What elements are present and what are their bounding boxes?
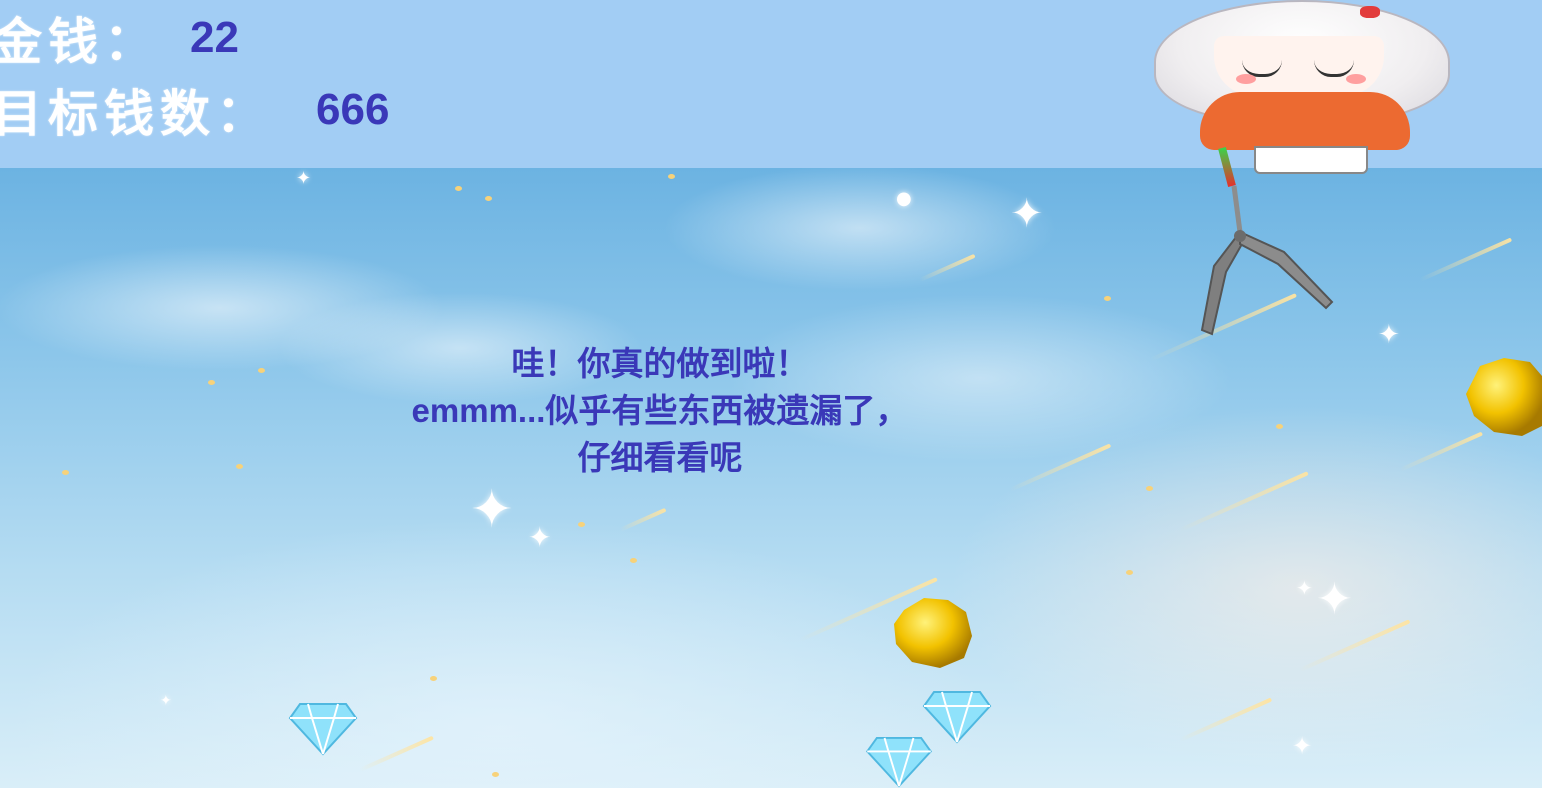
star-dot — [1104, 296, 1111, 301]
light-streak — [1179, 697, 1273, 742]
sparkle-icon: ✦ — [1010, 191, 1044, 237]
gold-nugget-icon[interactable] — [1464, 356, 1542, 438]
character-blush — [1346, 74, 1366, 84]
sparkle-icon: ✦ — [1378, 320, 1400, 350]
light-streak — [1009, 443, 1112, 492]
target-value: 666 — [316, 85, 390, 134]
star-dot — [1126, 570, 1133, 575]
character-face — [1214, 36, 1384, 96]
star-dot — [430, 676, 437, 681]
hint-message: 哇！你真的做到啦！ emmm...似乎有些东西被遗漏了， 仔细看看呢 — [340, 340, 980, 481]
sparkle-icon: ✦ — [160, 693, 172, 709]
star-dot — [492, 772, 499, 777]
target-row: 目标钱数： 666 — [0, 74, 389, 146]
sparkle-icon: ● — [896, 188, 912, 209]
star-dot — [578, 522, 585, 527]
star-dot — [62, 470, 69, 475]
gold-nugget-icon[interactable] — [890, 592, 976, 670]
light-streak — [1179, 471, 1309, 532]
star-dot — [668, 174, 675, 179]
target-label: 目标钱数： — [0, 85, 272, 143]
message-line-2: emmm...似乎有些东西被遗漏了， — [411, 392, 909, 429]
money-value: 22 — [190, 13, 239, 62]
sparkle-icon: ✦ — [1296, 576, 1313, 600]
character-blush — [1236, 74, 1256, 84]
hair-bow-icon — [1360, 6, 1380, 18]
money-label: 金钱： — [0, 13, 160, 71]
money-row: 金钱： 22 — [0, 2, 239, 74]
diamond-icon[interactable] — [288, 702, 358, 756]
sparkle-icon: ✦ — [296, 168, 312, 189]
light-streak — [1419, 237, 1513, 282]
star-dot — [236, 464, 243, 469]
diamond-icon[interactable] — [864, 736, 934, 788]
message-line-3: 仔细看看呢 — [577, 439, 743, 476]
light-streak — [619, 507, 667, 532]
star-dot — [630, 558, 637, 563]
sparkle-icon: ✦ — [470, 480, 514, 540]
claw-hook-icon — [1200, 146, 1334, 336]
star-dot — [485, 196, 492, 201]
star-dot — [1146, 486, 1153, 491]
star-dot — [258, 368, 265, 373]
message-line-1: 哇！你真的做到啦！ — [511, 345, 809, 382]
light-streak — [1299, 619, 1411, 672]
sparkle-icon: ✦ — [1316, 574, 1353, 625]
light-streak — [919, 253, 976, 282]
star-dot — [1276, 424, 1283, 429]
sparkle-icon: ✦ — [1292, 732, 1313, 760]
star-dot — [208, 380, 215, 385]
star-dot — [455, 186, 462, 191]
sparkle-icon: ✦ — [528, 521, 552, 554]
light-streak — [359, 735, 434, 772]
